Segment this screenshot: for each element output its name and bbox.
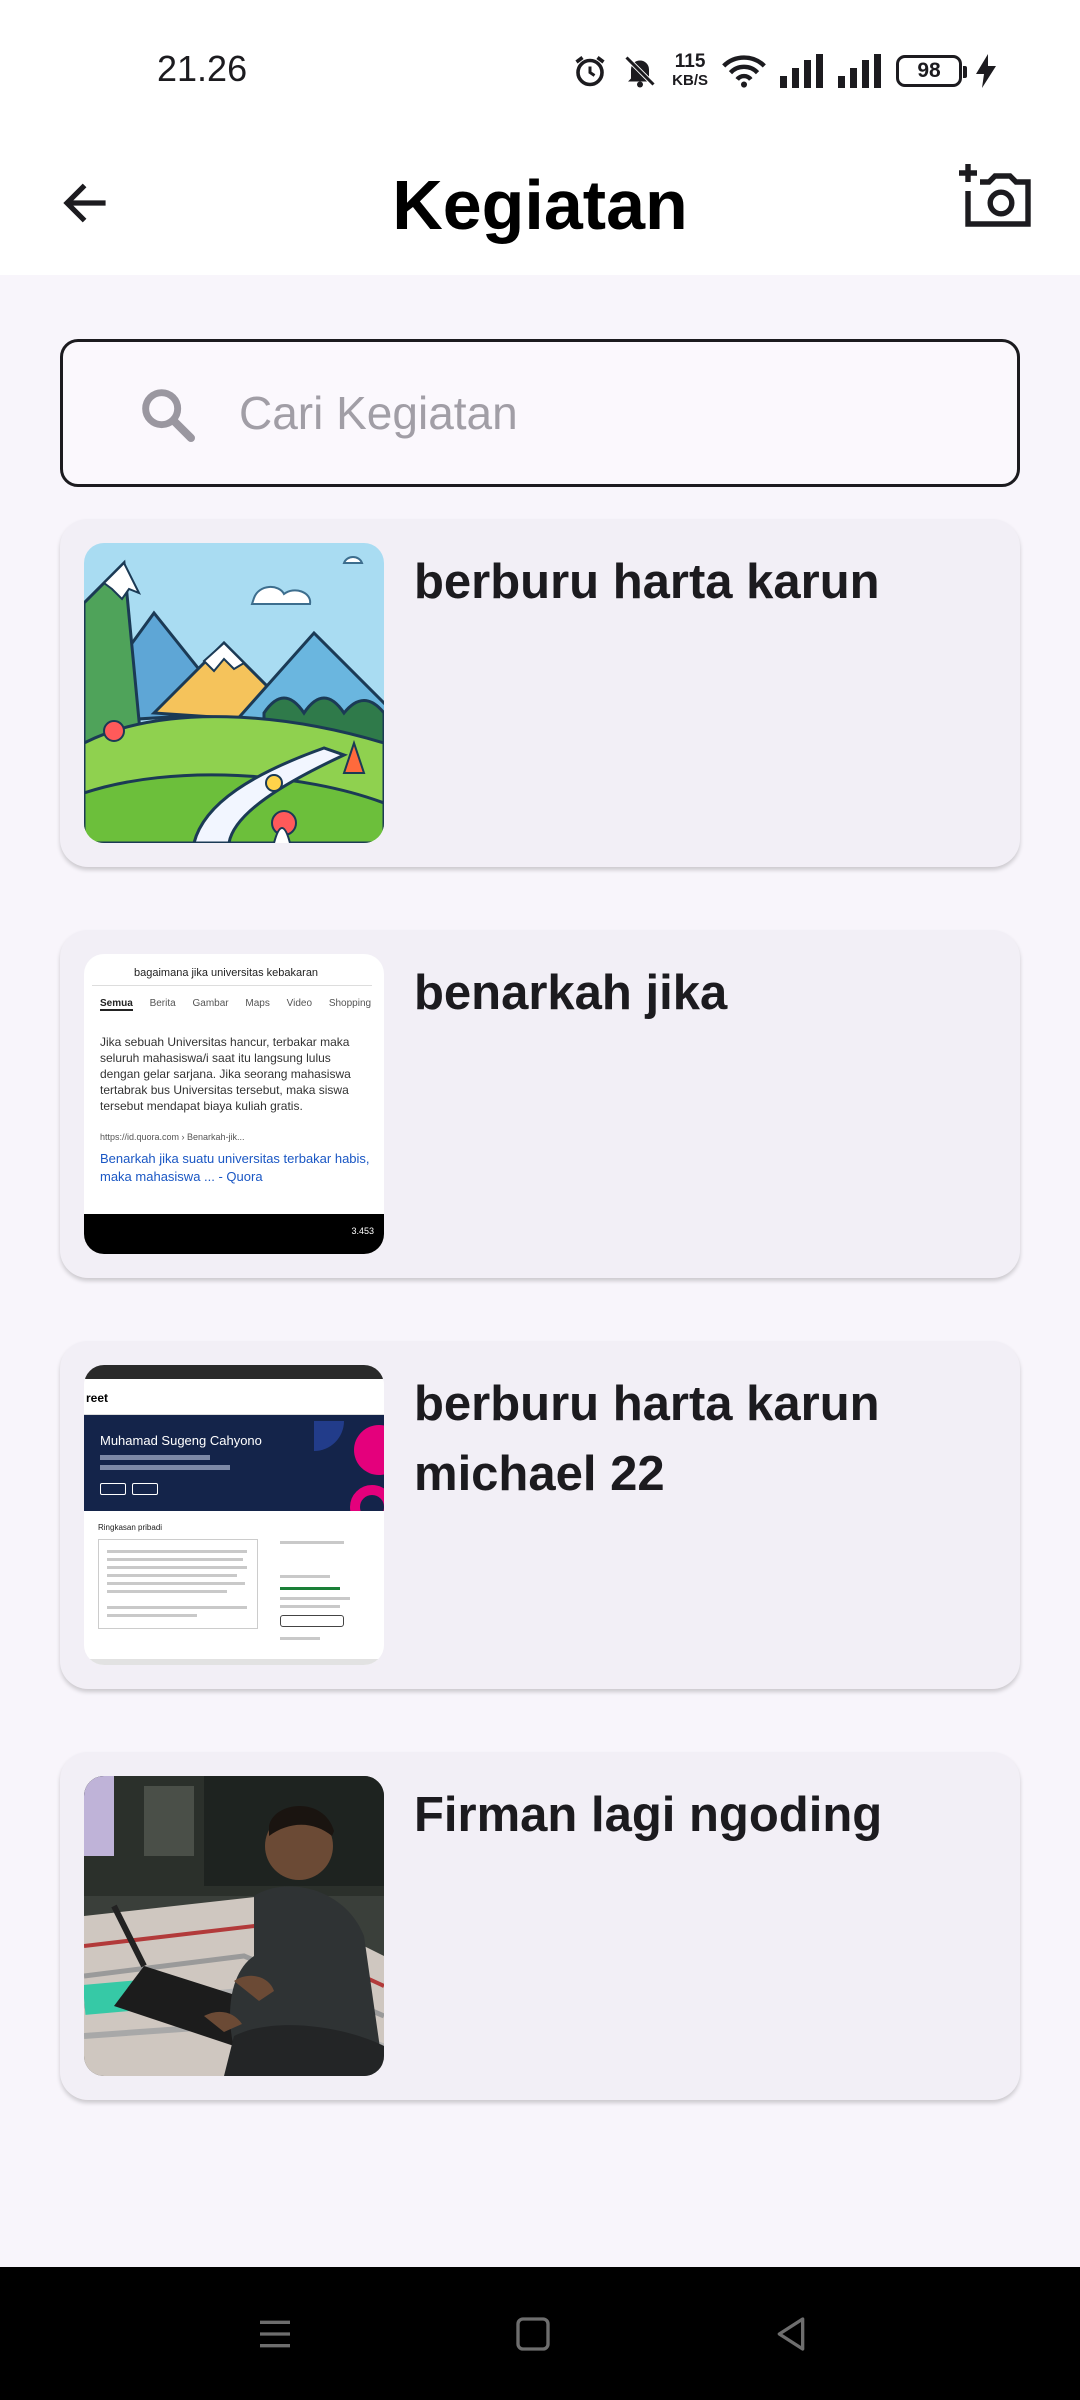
activity-thumbnail <box>84 1776 384 2076</box>
net-speed-value: 115 <box>674 51 706 72</box>
search-input[interactable]: Cari Kegiatan <box>60 339 1020 487</box>
thumb-url: https://id.quora.com › Benarkah-jik... <box>100 1132 245 1142</box>
thumb-nav: reet <box>84 1379 384 1415</box>
thumb-tab: Semua <box>100 998 133 1011</box>
thumb-shape <box>354 1425 384 1475</box>
status-time: 21.26 <box>157 48 248 89</box>
thumb-shape <box>314 1421 344 1451</box>
mute-icon <box>622 53 658 89</box>
back-nav-button[interactable] <box>766 2311 816 2361</box>
thumb-tab: Maps <box>245 998 270 1009</box>
thumb-line <box>100 1455 210 1460</box>
content-area: Cari Kegiatan berburu harta karun bagaim… <box>0 275 1080 2267</box>
thumb-button <box>132 1483 158 1495</box>
triangle-back-icon <box>771 2314 811 2359</box>
thumb-tab: Berita <box>149 998 176 1009</box>
alarm-icon <box>572 53 608 89</box>
thumb-button <box>100 1483 126 1495</box>
system-nav-bar <box>0 2267 1080 2400</box>
charging-icon <box>976 54 996 88</box>
thumb-snippet: Jika sebuah Universitas hancur, terbakar… <box>100 1035 351 1113</box>
signal-icon-2 <box>838 54 882 88</box>
square-icon <box>513 2314 553 2359</box>
thumb-line <box>100 1465 230 1470</box>
search-placeholder: Cari Kegiatan <box>239 387 518 439</box>
person-coding-photo <box>84 1776 384 2076</box>
thumb-logo: reet <box>86 1391 109 1405</box>
activity-title: benarkah jika <box>414 966 728 1020</box>
activity-title: Firman lagi ngoding <box>414 1788 883 1842</box>
thumb-button <box>280 1615 344 1627</box>
wifi-icon <box>722 53 766 89</box>
thumb-profile-name: Muhamad Sugeng Cahyono <box>100 1433 262 1448</box>
thumb-tab: Shopping <box>328 998 372 1009</box>
thumb-browser-tabs <box>84 1365 384 1379</box>
thumb-search-query: bagaimana jika universitas kebakaran <box>92 960 372 986</box>
thumb-text-box <box>98 1539 258 1629</box>
net-speed-unit: KB/S <box>672 72 708 89</box>
activity-title: berburu harta karun michael 22 <box>414 1377 880 1501</box>
status-icons: 115 KB/S 98 <box>572 46 996 96</box>
thumb-shape <box>350 1485 384 1511</box>
menu-icon <box>255 2314 295 2359</box>
activity-card[interactable]: berburu harta karun <box>60 519 1020 867</box>
thumb-section-title: Ringkasan pribadi <box>98 1523 163 1532</box>
page-title: Kegiatan <box>392 166 688 244</box>
landscape-illustration <box>84 543 384 843</box>
activity-thumbnail <box>84 543 384 843</box>
activity-title: berburu harta karun <box>414 555 880 609</box>
battery-indicator: 98 <box>896 55 967 87</box>
thumb-video-bar <box>84 1214 384 1254</box>
thumb-tab: Gambar <box>192 998 229 1009</box>
thumb-progress <box>280 1587 340 1590</box>
home-button[interactable] <box>508 2311 558 2361</box>
activity-thumbnail: reet Muhamad Sugeng Cahyono Ringkasan pr… <box>84 1365 384 1665</box>
activity-card[interactable]: reet Muhamad Sugeng Cahyono Ringkasan pr… <box>60 1341 1020 1689</box>
thumb-tabs: Semua Berita Gambar Maps Video Shopping <box>100 998 372 1011</box>
search-icon <box>135 382 199 451</box>
signal-icon-1 <box>780 54 824 88</box>
activity-card[interactable]: Firman lagi ngoding <box>60 1752 1020 2100</box>
thumb-views: 3.453 <box>351 1226 374 1236</box>
activity-thumbnail: bagaimana jika universitas kebakaran Sem… <box>84 954 384 1254</box>
add-photo-icon <box>956 161 1034 238</box>
activity-card[interactable]: bagaimana jika universitas kebakaran Sem… <box>60 930 1020 1278</box>
add-photo-button[interactable] <box>950 154 1040 244</box>
app-bar: Kegiatan <box>0 140 1080 275</box>
net-speed: 115 KB/S <box>672 52 708 90</box>
status-bar: 21.26 115 KB/S 98 <box>0 0 1080 140</box>
recent-apps-button[interactable] <box>250 2311 300 2361</box>
thumb-link: Benarkah jika suatu universitas terbakar… <box>100 1151 370 1184</box>
thumb-hero: Muhamad Sugeng Cahyono <box>84 1415 384 1511</box>
thumb-bottom <box>84 1659 384 1665</box>
thumb-tab: Video <box>286 998 313 1009</box>
